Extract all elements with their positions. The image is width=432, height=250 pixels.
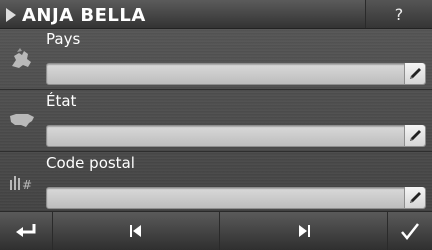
state-edit-button[interactable] <box>404 125 425 146</box>
postal-code-label: Code postal <box>46 154 135 172</box>
postal-code-field[interactable] <box>46 187 426 209</box>
row-country: Pays <box>0 28 432 89</box>
svg-text:#: # <box>22 178 32 192</box>
postal-code-edit-button[interactable] <box>404 187 425 208</box>
row-postal-code: # Code postal <box>0 152 432 213</box>
skip-previous-icon <box>130 225 141 237</box>
help-button[interactable]: ? <box>365 0 432 28</box>
country-edit-button[interactable] <box>404 63 425 84</box>
page-title: ANJA BELLA <box>22 4 146 26</box>
confirm-button[interactable] <box>388 212 432 250</box>
footer-bar <box>0 211 432 250</box>
pencil-icon <box>410 68 421 79</box>
back-button[interactable] <box>0 212 53 250</box>
title-area: ANJA BELLA <box>6 4 146 26</box>
europe-map-icon <box>12 48 31 68</box>
state-field[interactable] <box>46 125 426 147</box>
row-state: État <box>0 90 432 151</box>
country-field[interactable] <box>46 63 426 85</box>
checkmark-icon <box>401 223 419 240</box>
usa-map-icon <box>10 114 34 127</box>
previous-button[interactable] <box>53 212 220 250</box>
return-arrow-icon <box>16 224 36 237</box>
state-label: État <box>46 92 77 110</box>
play-icon <box>6 8 16 22</box>
country-label: Pays <box>46 30 81 48</box>
postal-code-icon: # <box>10 176 32 192</box>
screen: ANJA BELLA ? Pays État # Code postal <box>0 0 432 250</box>
skip-next-icon <box>298 225 310 237</box>
pencil-icon <box>410 192 421 203</box>
next-button[interactable] <box>220 212 388 250</box>
header-bar: ANJA BELLA ? <box>0 0 432 29</box>
pencil-icon <box>410 130 421 141</box>
